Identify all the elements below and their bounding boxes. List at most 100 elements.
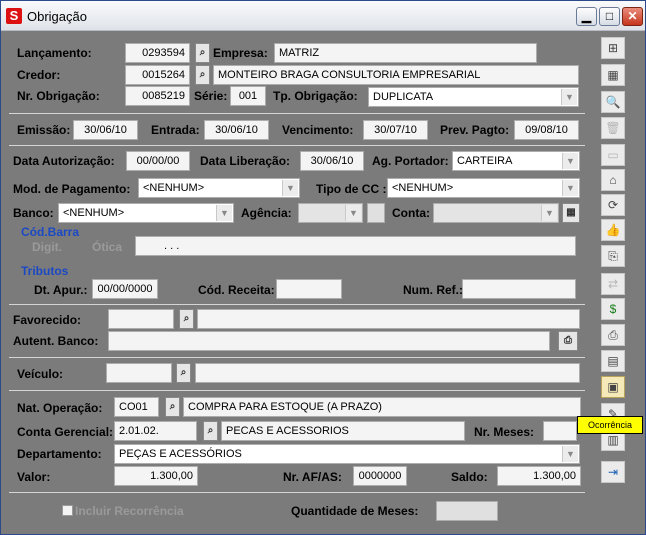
saldo-field[interactable]: 1.300,00: [497, 466, 581, 486]
valor-field[interactable]: 1.300,00: [114, 466, 198, 486]
departamento-select[interactable]: PEÇAS E ACESSÓRIOS ▼: [114, 444, 580, 464]
banco-value: <NENHUM>: [63, 207, 125, 219]
nr-obrigacao-field[interactable]: 0085219: [125, 86, 190, 106]
chevron-down-icon[interactable]: ▼: [562, 180, 578, 196]
chevron-down-icon[interactable]: ▼: [216, 205, 232, 221]
nat-operacao-name-field[interactable]: COMPRA PARA ESTOQUE (A PRAZO): [183, 397, 581, 417]
lancamento-lookup-icon[interactable]: ⌕: [195, 43, 210, 63]
chevron-down-icon[interactable]: ▼: [561, 89, 577, 105]
chevron-down-icon[interactable]: ▼: [282, 180, 298, 196]
banco-select[interactable]: <NENHUM> ▼: [58, 203, 234, 223]
otica-option[interactable]: Ótica: [92, 240, 122, 254]
folder-icon[interactable]: ▭: [601, 144, 625, 166]
ag-portador-value: CARTEIRA: [457, 155, 513, 167]
entrada-field[interactable]: 30/06/10: [204, 120, 269, 140]
quantidade-meses-field[interactable]: [436, 501, 498, 521]
cod-receita-field[interactable]: [276, 279, 342, 299]
printer-icon[interactable]: ⎙: [601, 324, 625, 346]
cod-barra-field[interactable]: . . .: [135, 236, 576, 256]
veiculo-lookup-icon[interactable]: ⌕: [176, 363, 191, 383]
conta-gerencial-label: Conta Gerencial:: [17, 425, 114, 439]
chevron-down-icon[interactable]: ▼: [562, 446, 578, 462]
close-button[interactable]: ✕: [622, 7, 643, 26]
nr-meses-field[interactable]: [543, 421, 577, 441]
agencia-digit-field[interactable]: [367, 203, 385, 223]
dt-apur-label: Dt. Apur.:: [34, 283, 88, 297]
tp-obrigacao-select[interactable]: DUPLICATA ▼: [368, 87, 579, 107]
lancamento-field[interactable]: 0293594: [125, 43, 190, 63]
occurrence-icon[interactable]: ▣: [601, 376, 625, 398]
num-ref-label: Num. Ref.:: [403, 283, 463, 297]
tributos-label: Tributos: [21, 264, 69, 278]
credor-name-field[interactable]: MONTEIRO BRAGA CONSULTORIA EMPRESARIAL: [213, 65, 579, 85]
vencimento-field[interactable]: 30/07/10: [363, 120, 428, 140]
chevron-down-icon[interactable]: ▼: [562, 153, 578, 169]
favorecido-lookup-icon[interactable]: ⌕: [179, 309, 194, 329]
grid-icon[interactable]: ▦: [562, 203, 580, 223]
spreadsheet-icon[interactable]: ▦: [601, 64, 625, 86]
data-autorizacao-label: Data Autorização:: [13, 154, 115, 168]
occurrence-tooltip: Ocorrência: [577, 416, 643, 434]
report-icon[interactable]: ▤: [601, 350, 625, 372]
prev-pagto-field[interactable]: 09/08/10: [514, 120, 579, 140]
cod-barra-label: Cód.Barra: [21, 225, 80, 239]
money-bag-icon[interactable]: $: [601, 298, 625, 320]
tree-icon[interactable]: ⊞: [601, 37, 625, 59]
credor-lookup-icon[interactable]: ⌕: [195, 65, 210, 85]
stamp-icon[interactable]: ⌂: [601, 169, 625, 191]
ag-portador-select[interactable]: CARTEIRA ▼: [452, 151, 580, 171]
credor-code-field[interactable]: 0015264: [125, 65, 190, 85]
conta-gerencial-lookup-icon[interactable]: ⌕: [203, 421, 218, 441]
data-autorizacao-field[interactable]: 00/00/00: [126, 151, 190, 171]
cycle-icon[interactable]: ⟳: [601, 194, 625, 216]
empresa-field[interactable]: MATRIZ: [274, 43, 537, 63]
printer-small-icon[interactable]: ⎙: [558, 331, 578, 351]
conta-gerencial-code-field[interactable]: 2.01.02.: [114, 421, 197, 441]
agencia-label: Agência:: [241, 206, 292, 220]
autent-banco-field[interactable]: [108, 331, 550, 351]
agencia-select[interactable]: ▼: [298, 203, 363, 223]
trash-icon[interactable]: 🗑: [601, 117, 625, 139]
dt-apur-field[interactable]: 00/00/0000: [92, 279, 158, 299]
minimize-button[interactable]: ▁: [576, 7, 597, 26]
divider: [9, 357, 585, 358]
divider: [9, 492, 585, 493]
obrigacao-window: S Obrigação ▁ □ ✕ Lançamento: 0293594 ⌕ …: [0, 0, 646, 535]
emissao-field[interactable]: 30/06/10: [73, 120, 138, 140]
copy-icon[interactable]: ⎘: [601, 245, 625, 267]
veiculo-label: Veículo:: [17, 367, 64, 381]
chevron-down-icon[interactable]: ▼: [345, 205, 361, 221]
empresa-label: Empresa:: [213, 46, 268, 60]
data-liberacao-field[interactable]: 30/06/10: [300, 151, 364, 171]
preview-icon[interactable]: 🔍: [601, 91, 625, 113]
switch-icon[interactable]: ⇄: [601, 273, 625, 295]
nr-af-as-field[interactable]: 0000000: [353, 466, 407, 486]
banco-label: Banco:: [13, 206, 54, 220]
divider: [9, 145, 585, 146]
favorecido-code-field[interactable]: [108, 309, 174, 329]
chevron-down-icon[interactable]: ▼: [541, 205, 557, 221]
veiculo-name-field[interactable]: [195, 363, 580, 383]
exit-icon[interactable]: ⇥: [601, 461, 625, 483]
valor-label: Valor:: [17, 470, 51, 484]
nr-af-as-label: Nr. AF/AS:: [283, 470, 342, 484]
nat-operacao-lookup-icon[interactable]: ⌕: [165, 397, 180, 417]
num-ref-field[interactable]: [462, 279, 576, 299]
thumbs-up-icon[interactable]: 👍: [601, 219, 625, 241]
tipo-cc-value: <NENHUM>: [392, 182, 454, 194]
incluir-recorrencia-checkbox[interactable]: [62, 505, 73, 516]
maximize-button[interactable]: □: [599, 7, 620, 26]
favorecido-name-field[interactable]: [197, 309, 580, 329]
nr-meses-label: Nr. Meses:: [474, 425, 535, 439]
veiculo-code-field[interactable]: [106, 363, 172, 383]
tipo-cc-label: Tipo de CC :: [316, 182, 387, 196]
divider: [9, 304, 585, 305]
nat-operacao-code-field[interactable]: CO01: [114, 397, 159, 417]
departamento-label: Departamento:: [17, 447, 102, 461]
conta-gerencial-name-field[interactable]: PECAS E ACESSORIOS: [221, 421, 465, 441]
mod-pagamento-select[interactable]: <NENHUM> ▼: [138, 178, 300, 198]
tipo-cc-select[interactable]: <NENHUM> ▼: [387, 178, 580, 198]
conta-select[interactable]: ▼: [433, 203, 559, 223]
serie-field[interactable]: 001: [230, 86, 266, 106]
digit-option[interactable]: Digit.: [32, 240, 62, 254]
